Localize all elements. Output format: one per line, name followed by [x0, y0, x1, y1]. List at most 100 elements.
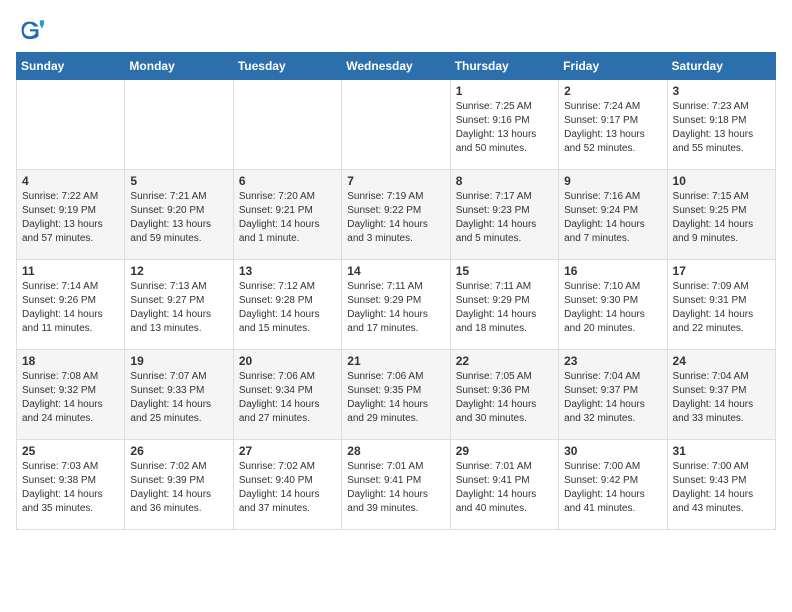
day-number: 21 — [347, 354, 444, 368]
day-info: Sunrise: 7:17 AM Sunset: 9:23 PM Dayligh… — [456, 190, 553, 246]
calendar-week-row: 4 Sunrise: 7:22 AM Sunset: 9:19 PM Daylig… — [17, 170, 776, 260]
calendar-cell: 24Sunrise: 7:04 AM Sunset: 9:37 PM Dayli… — [667, 350, 775, 440]
day-number: 31 — [673, 444, 770, 458]
logo-icon — [16, 16, 44, 44]
calendar-cell: 27 Sunrise: 7:02 AM Sunset: 9:40 PM Dayli… — [233, 440, 341, 530]
day-info: Sunrise: 7:02 AM Sunset: 9:39 PM Dayligh… — [130, 460, 227, 516]
calendar-cell: 14 Sunrise: 7:11 AM Sunset: 9:29 PM Dayli… — [342, 260, 450, 350]
day-info: Sunrise: 7:07 AM Sunset: 9:33 PM Dayligh… — [130, 370, 227, 426]
day-info: Sunrise: 7:06 AM Sunset: 9:35 PM Dayligh… — [347, 370, 444, 426]
day-info: Sunrise: 7:08 AM Sunset: 9:32 PM Dayligh… — [22, 370, 119, 426]
day-number: 11 — [22, 264, 119, 278]
calendar-cell: 13 Sunrise: 7:12 AM Sunset: 9:28 PM Dayli… — [233, 260, 341, 350]
calendar-cell: 1 Sunrise: 7:25 AM Sunset: 9:16 PM Daylig… — [450, 80, 558, 170]
day-info: Sunrise: 7:04 AM Sunset: 9:37 PM Dayligh… — [564, 370, 661, 426]
day-number: 18 — [22, 354, 119, 368]
calendar-table: SundayMondayTuesdayWednesdayThursdayFrid… — [16, 52, 776, 530]
day-info: Sunrise: 7:00 AM Sunset: 9:43 PM Dayligh… — [673, 460, 770, 516]
day-number: 27 — [239, 444, 336, 458]
day-number: 17 — [673, 264, 770, 278]
day-number: 8 — [456, 174, 553, 188]
calendar-cell: 5 Sunrise: 7:21 AM Sunset: 9:20 PM Daylig… — [125, 170, 233, 260]
calendar-cell — [17, 80, 125, 170]
day-number: 13 — [239, 264, 336, 278]
day-number: 22 — [456, 354, 553, 368]
day-info: Sunrise: 7:21 AM Sunset: 9:20 PM Dayligh… — [130, 190, 227, 246]
day-header-wednesday: Wednesday — [342, 53, 450, 80]
calendar-week-row: 11 Sunrise: 7:14 AM Sunset: 9:26 PM Dayli… — [17, 260, 776, 350]
day-info: Sunrise: 7:10 AM Sunset: 9:30 PM Dayligh… — [564, 280, 661, 336]
calendar-cell: 3 Sunrise: 7:23 AM Sunset: 9:18 PM Daylig… — [667, 80, 775, 170]
calendar-cell: 2Sunrise: 7:24 AM Sunset: 9:17 PM Daylig… — [559, 80, 667, 170]
day-header-sunday: Sunday — [17, 53, 125, 80]
calendar-cell: 30 Sunrise: 7:00 AM Sunset: 9:42 PM Dayli… — [559, 440, 667, 530]
day-header-saturday: Saturday — [667, 53, 775, 80]
day-info: Sunrise: 7:01 AM Sunset: 9:41 PM Dayligh… — [347, 460, 444, 516]
day-number: 5 — [130, 174, 227, 188]
calendar-cell: 19 Sunrise: 7:07 AM Sunset: 9:33 PM Dayli… — [125, 350, 233, 440]
day-number: 2 — [564, 84, 661, 98]
calendar-cell: 21 Sunrise: 7:06 AM Sunset: 9:35 PM Dayli… — [342, 350, 450, 440]
day-info: Sunrise: 7:09 AM Sunset: 9:31 PM Dayligh… — [673, 280, 770, 336]
calendar-cell: 31 Sunrise: 7:00 AM Sunset: 9:43 PM Dayli… — [667, 440, 775, 530]
day-number: 16 — [564, 264, 661, 278]
day-number: 14 — [347, 264, 444, 278]
calendar-cell — [233, 80, 341, 170]
day-info: Sunrise: 7:02 AM Sunset: 9:40 PM Dayligh… — [239, 460, 336, 516]
calendar-cell: 18 Sunrise: 7:08 AM Sunset: 9:32 PM Dayli… — [17, 350, 125, 440]
calendar-cell: 15Sunrise: 7:11 AM Sunset: 9:29 PM Dayli… — [450, 260, 558, 350]
calendar-cell: 7Sunrise: 7:19 AM Sunset: 9:22 PM Daylig… — [342, 170, 450, 260]
day-info: Sunrise: 7:25 AM Sunset: 9:16 PM Dayligh… — [456, 100, 553, 156]
calendar-cell: 25 Sunrise: 7:03 AM Sunset: 9:38 PM Dayli… — [17, 440, 125, 530]
calendar-cell: 10 Sunrise: 7:15 AM Sunset: 9:25 PM Dayli… — [667, 170, 775, 260]
day-number: 19 — [130, 354, 227, 368]
day-info: Sunrise: 7:22 AM Sunset: 9:19 PM Dayligh… — [22, 190, 119, 246]
page-header — [16, 16, 776, 44]
day-info: Sunrise: 7:13 AM Sunset: 9:27 PM Dayligh… — [130, 280, 227, 336]
calendar-cell: 22 Sunrise: 7:05 AM Sunset: 9:36 PM Dayli… — [450, 350, 558, 440]
day-number: 12 — [130, 264, 227, 278]
calendar-cell: 8 Sunrise: 7:17 AM Sunset: 9:23 PM Daylig… — [450, 170, 558, 260]
calendar-cell: 20Sunrise: 7:06 AM Sunset: 9:34 PM Dayli… — [233, 350, 341, 440]
day-number: 30 — [564, 444, 661, 458]
day-number: 26 — [130, 444, 227, 458]
day-info: Sunrise: 7:14 AM Sunset: 9:26 PM Dayligh… — [22, 280, 119, 336]
day-info: Sunrise: 7:00 AM Sunset: 9:42 PM Dayligh… — [564, 460, 661, 516]
day-info: Sunrise: 7:05 AM Sunset: 9:36 PM Dayligh… — [456, 370, 553, 426]
day-info: Sunrise: 7:04 AM Sunset: 9:37 PM Dayligh… — [673, 370, 770, 426]
calendar-cell: 12 Sunrise: 7:13 AM Sunset: 9:27 PM Dayli… — [125, 260, 233, 350]
calendar-cell — [125, 80, 233, 170]
calendar-cell: 4 Sunrise: 7:22 AM Sunset: 9:19 PM Daylig… — [17, 170, 125, 260]
day-number: 3 — [673, 84, 770, 98]
day-info: Sunrise: 7:16 AM Sunset: 9:24 PM Dayligh… — [564, 190, 661, 246]
day-number: 15 — [456, 264, 553, 278]
day-number: 29 — [456, 444, 553, 458]
day-info: Sunrise: 7:23 AM Sunset: 9:18 PM Dayligh… — [673, 100, 770, 156]
day-header-friday: Friday — [559, 53, 667, 80]
day-info: Sunrise: 7:03 AM Sunset: 9:38 PM Dayligh… — [22, 460, 119, 516]
calendar-cell: 16 Sunrise: 7:10 AM Sunset: 9:30 PM Dayli… — [559, 260, 667, 350]
day-number: 1 — [456, 84, 553, 98]
calendar-week-row: 25 Sunrise: 7:03 AM Sunset: 9:38 PM Dayli… — [17, 440, 776, 530]
day-number: 28 — [347, 444, 444, 458]
calendar-cell: 9Sunrise: 7:16 AM Sunset: 9:24 PM Daylig… — [559, 170, 667, 260]
calendar-cell: 17 Sunrise: 7:09 AM Sunset: 9:31 PM Dayli… — [667, 260, 775, 350]
calendar-cell: 11 Sunrise: 7:14 AM Sunset: 9:26 PM Dayli… — [17, 260, 125, 350]
calendar-week-row: 18 Sunrise: 7:08 AM Sunset: 9:32 PM Dayli… — [17, 350, 776, 440]
day-info: Sunrise: 7:20 AM Sunset: 9:21 PM Dayligh… — [239, 190, 336, 246]
day-info: Sunrise: 7:15 AM Sunset: 9:25 PM Dayligh… — [673, 190, 770, 246]
day-number: 4 — [22, 174, 119, 188]
day-header-monday: Monday — [125, 53, 233, 80]
day-header-thursday: Thursday — [450, 53, 558, 80]
day-number: 6 — [239, 174, 336, 188]
day-number: 25 — [22, 444, 119, 458]
logo — [16, 16, 48, 44]
day-header-tuesday: Tuesday — [233, 53, 341, 80]
day-info: Sunrise: 7:11 AM Sunset: 9:29 PM Dayligh… — [347, 280, 444, 336]
day-info: Sunrise: 7:12 AM Sunset: 9:28 PM Dayligh… — [239, 280, 336, 336]
calendar-cell: 26 Sunrise: 7:02 AM Sunset: 9:39 PM Dayli… — [125, 440, 233, 530]
day-info: Sunrise: 7:01 AM Sunset: 9:41 PM Dayligh… — [456, 460, 553, 516]
calendar-week-row: 1 Sunrise: 7:25 AM Sunset: 9:16 PM Daylig… — [17, 80, 776, 170]
day-number: 10 — [673, 174, 770, 188]
calendar-header-row: SundayMondayTuesdayWednesdayThursdayFrid… — [17, 53, 776, 80]
